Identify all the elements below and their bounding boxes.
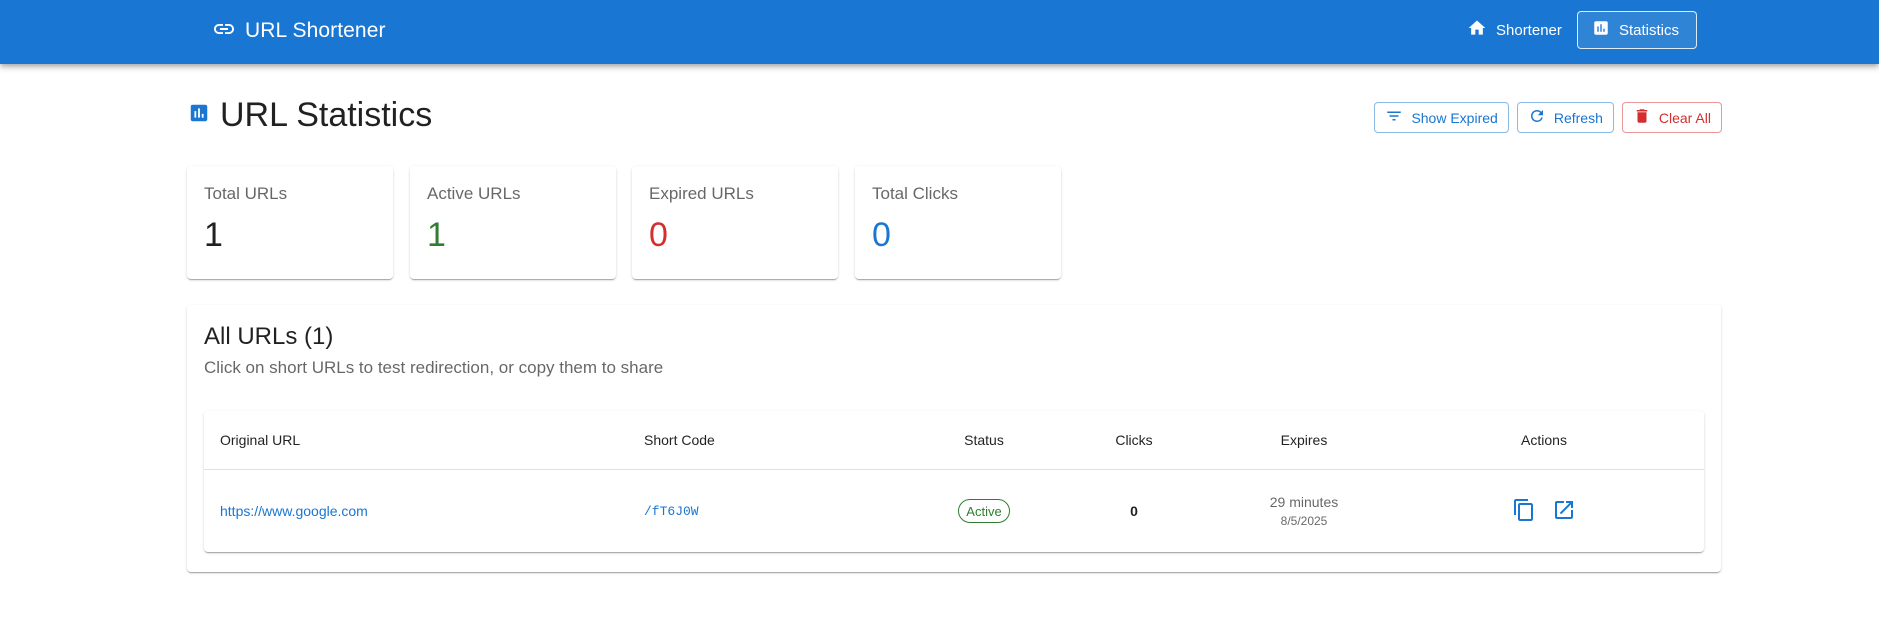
- nav-shortener-button[interactable]: Shortener: [1452, 11, 1577, 49]
- copy-icon: [1512, 498, 1536, 525]
- table-header-row: Original URL Short Code Status Clicks Ex…: [204, 411, 1704, 470]
- clear-all-button[interactable]: Clear All: [1621, 102, 1722, 133]
- refresh-icon: [1528, 107, 1546, 128]
- expires-relative: 29 minutes: [1269, 494, 1339, 510]
- stat-value: 1: [204, 216, 223, 254]
- original-url-link[interactable]: https://www.google.com: [220, 503, 368, 519]
- page-header: URL Statistics: [188, 96, 432, 135]
- column-header-clicks: Clicks: [1115, 432, 1153, 448]
- short-code-link[interactable]: /fT6J0W: [644, 504, 699, 519]
- column-header-status: Status: [964, 432, 1004, 448]
- show-expired-label: Show Expired: [1411, 109, 1498, 126]
- nav-statistics-button[interactable]: Statistics: [1577, 11, 1697, 49]
- column-header-original-url: Original URL: [220, 432, 301, 448]
- stat-card-total-clicks: Total Clicks 0: [855, 166, 1061, 279]
- bar-chart-icon: [1592, 19, 1610, 41]
- link-icon: [212, 17, 236, 46]
- column-header-short-code: Short Code: [644, 432, 715, 448]
- clear-all-label: Clear All: [1658, 109, 1711, 126]
- stat-label: Expired URLs: [649, 184, 754, 203]
- section-title: All URLs (1): [204, 323, 334, 350]
- expires-cell: 29 minutes 8/5/2025: [1204, 470, 1404, 552]
- refresh-button[interactable]: Refresh: [1516, 102, 1614, 133]
- copy-button[interactable]: [1504, 491, 1544, 531]
- refresh-label: Refresh: [1553, 109, 1603, 126]
- delete-icon: [1633, 107, 1651, 128]
- stat-card-expired-urls: Expired URLs 0: [632, 166, 838, 279]
- app-title: URL Shortener: [245, 19, 386, 42]
- nav-shortener-label: Shortener: [1496, 21, 1562, 39]
- stat-card-active-urls: Active URLs 1: [410, 166, 616, 279]
- stat-value: 1: [427, 216, 446, 254]
- all-urls-card: All URLs (1) Click on short URLs to test…: [187, 305, 1721, 572]
- stat-value: 0: [872, 216, 891, 254]
- open-link-button[interactable]: [1544, 491, 1584, 531]
- show-expired-button[interactable]: Show Expired: [1374, 102, 1509, 133]
- filter-icon: [1385, 107, 1403, 128]
- clicks-count: 0: [1130, 503, 1138, 519]
- app-bar: URL Shortener Shortener Statistics: [0, 0, 1879, 64]
- stat-value: 0: [649, 216, 668, 254]
- brand: URL Shortener: [212, 0, 386, 62]
- stat-label: Active URLs: [427, 184, 521, 203]
- home-icon: [1467, 18, 1487, 42]
- row-actions: [1404, 470, 1684, 552]
- stat-label: Total Clicks: [872, 184, 958, 203]
- status-badge: Active: [958, 499, 1010, 523]
- statistics-icon: [188, 102, 210, 129]
- nav-statistics-label: Statistics: [1619, 21, 1680, 39]
- column-header-actions: Actions: [1521, 432, 1567, 448]
- stat-label: Total URLs: [204, 184, 288, 203]
- open-in-new-icon: [1552, 498, 1576, 525]
- expires-date: 8/5/2025: [1280, 514, 1328, 528]
- section-subtitle: Click on short URLs to test redirection,…: [204, 358, 664, 377]
- table-row: https://www.google.com /fT6J0W Active 0 …: [204, 470, 1704, 552]
- column-header-expires: Expires: [1280, 432, 1328, 448]
- urls-table: Original URL Short Code Status Clicks Ex…: [204, 411, 1704, 552]
- page-actions: Show Expired Refresh Clear All: [1374, 102, 1722, 133]
- page-title: URL Statistics: [220, 96, 433, 134]
- stat-card-total-urls: Total URLs 1: [187, 166, 393, 279]
